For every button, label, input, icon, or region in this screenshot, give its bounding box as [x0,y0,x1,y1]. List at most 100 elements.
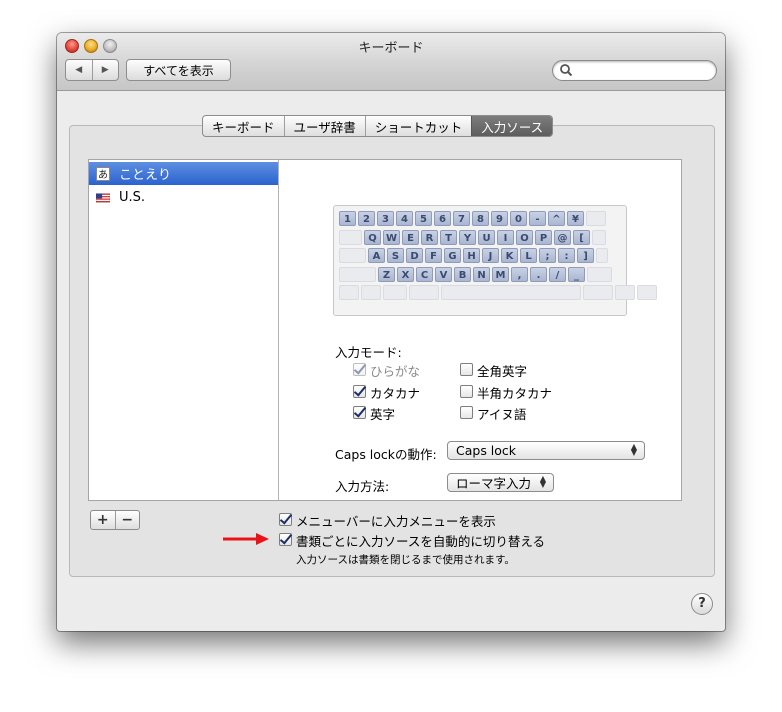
add-source-button[interactable]: + [91,511,115,529]
key: V [435,266,452,282]
blank-key [637,285,657,300]
key: G [444,248,461,263]
help-button[interactable]: ? [691,593,713,615]
key: ; [539,248,556,263]
blank-key [592,229,606,245]
key: _ [568,266,585,282]
key: Q [364,229,381,245]
tab-keyboard[interactable]: キーボード [203,116,284,136]
hankaku-katakana-label: 半角カタカナ [477,386,553,401]
caps-lock-value: Caps lock [456,443,517,458]
forward-button[interactable]: ▶ [91,60,119,80]
key: O [516,229,533,245]
key: K [501,248,518,263]
key: - [529,211,546,226]
search-input[interactable] [575,62,707,77]
popup-arrows-icon: ▲ ▼ [630,442,637,457]
key: 3 [377,211,394,226]
red-arrow-annotation [223,533,269,545]
key: , [511,266,528,282]
blank-key [409,285,439,300]
search-icon [560,64,573,77]
show-all-button[interactable]: すべてを表示 [126,59,231,81]
input-method-value: ローマ字入力 [456,476,532,491]
key: ^ [548,211,565,226]
blank-key [339,248,366,263]
key: Y [459,229,476,245]
key: R [421,229,438,245]
eiji-checkbox[interactable] [353,406,366,419]
blank-key [361,285,381,300]
nav-group: ◀ ▶ [65,59,119,81]
keyboard-layout-preview: 1 2 3 4 5 6 7 8 9 0- ^ ¥ Q W E R T Y U I O P @[A S D F G H J K L;:] Z X C… [333,205,657,316]
zenkaku-eiji-checkbox[interactable] [460,363,473,376]
key: . [530,266,547,282]
search-field[interactable] [552,60,717,81]
key: D [406,248,423,263]
key: 7 [453,211,470,226]
key: Z [378,266,395,282]
key: I [497,229,514,245]
back-button[interactable]: ◀ [66,60,92,80]
input-mode-label: 入力モード: [335,345,402,360]
show-input-menu-label: メニューバーに入力メニューを表示 [296,514,496,529]
auto-switch-note: 入力ソースは書類を閉じるまで使用されます。 [296,554,515,566]
remove-source-button[interactable]: − [114,511,140,529]
key: H [463,248,480,263]
katakana-checkbox[interactable] [353,385,366,398]
key: 9 [491,211,508,226]
key: L [520,248,537,263]
ainu-label: アイヌ語 [477,407,527,422]
us-flag-icon [96,191,110,205]
source-label: ことえり [119,168,172,183]
auto-switch-source-checkbox[interactable] [279,533,292,546]
popup-arrows-icon: ▲ ▼ [539,474,546,489]
blank-key [596,248,608,263]
key: F [425,248,442,263]
ainu-checkbox[interactable] [460,406,473,419]
key: @ [554,229,571,245]
tab-shortcuts[interactable]: ショートカット [364,116,472,136]
blank-key [339,285,359,300]
show-input-menu-checkbox[interactable] [279,513,292,526]
key: 2 [358,211,375,226]
key: ¥ [567,211,584,226]
blank-key [586,211,606,226]
hiragana-a-icon: あ [96,166,110,181]
key: [ [573,229,590,245]
key: C [416,266,433,282]
blank-key [583,285,613,300]
key: W [383,229,400,245]
title-bar: キーボード ◀ ▶ すべてを表示 [57,33,725,91]
list-item-us[interactable]: U.S. [89,186,279,209]
list-item-kotoeri[interactable]: あ ことえり [89,162,279,185]
key: P [535,229,552,245]
blank-key [615,285,635,300]
key: A [368,248,385,263]
tab-user-dictionary[interactable]: ユーザ辞書 [283,116,365,136]
input-method-label: 入力方法: [335,479,390,494]
blank-key [587,266,612,282]
window-title: キーボード [358,41,424,56]
input-source-list: あ ことえり U.S. [88,159,280,501]
auto-switch-source-label: 書類ごとに入力ソースを自動的に切り替える [296,534,546,549]
key: 0 [510,211,527,226]
key: E [402,229,419,245]
hankaku-katakana-checkbox[interactable] [460,385,473,398]
caps-lock-label: Caps lockの動作: [335,447,437,462]
list-edit-buttons: + − [90,510,140,530]
tab-input-sources[interactable]: 入力ソース [471,116,553,136]
input-method-popup[interactable]: ローマ字入力 ▲ ▼ [447,473,554,492]
zenkaku-eiji-label: 全角英字 [477,364,528,379]
hiragana-checkbox [353,363,366,376]
caps-lock-popup[interactable]: Caps lock ▲ ▼ [447,441,645,460]
key: 1 [339,211,356,226]
blank-key [441,285,581,300]
key: S [387,248,404,263]
katakana-label: カタカナ [370,386,421,401]
hiragana-label: ひらがな [370,364,421,379]
key: J [482,248,499,263]
key: 8 [472,211,489,226]
blank-key [339,229,362,245]
key: 4 [396,211,413,226]
